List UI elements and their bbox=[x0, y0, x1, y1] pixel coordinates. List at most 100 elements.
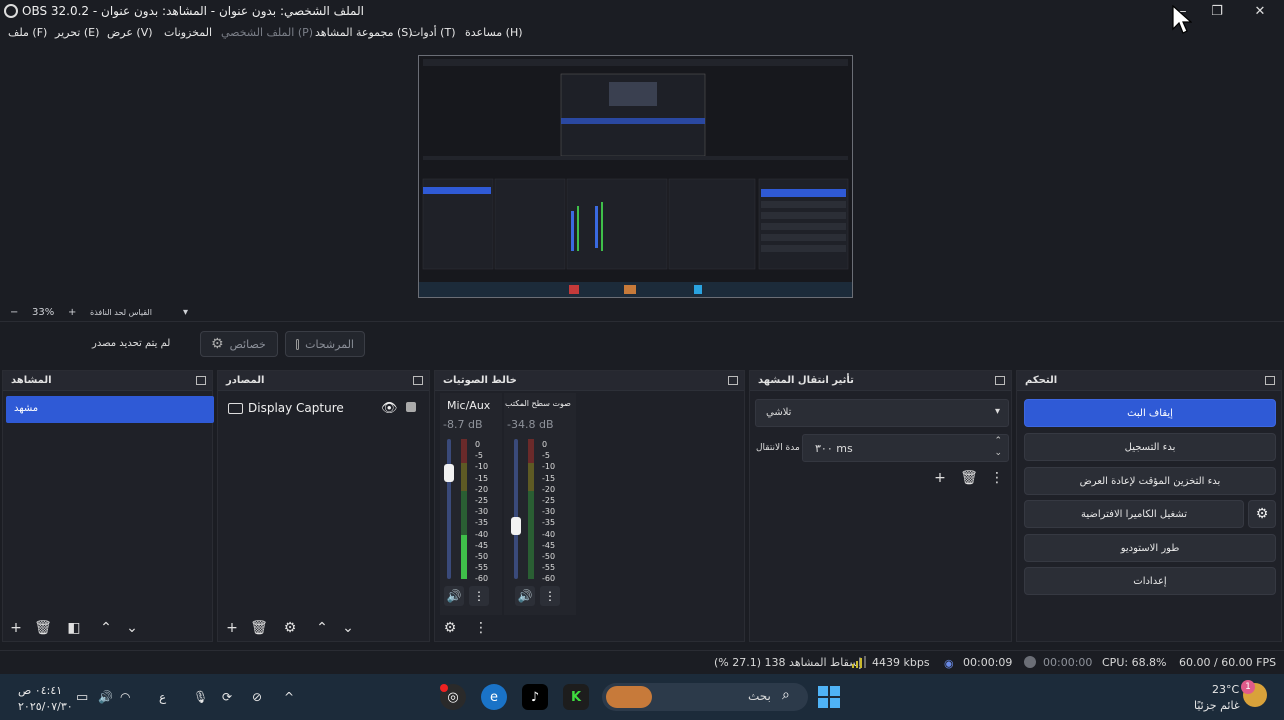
studio-mode-button[interactable]: طور الاستوديو bbox=[1024, 534, 1276, 562]
undock-icon[interactable] bbox=[196, 376, 206, 385]
kick-app-icon[interactable]: K bbox=[563, 684, 589, 710]
menu-docks[interactable]: المخزونات bbox=[164, 26, 212, 39]
settings-button[interactable]: إعدادات bbox=[1024, 567, 1276, 595]
transition-duration-value: ٣٠٠ ms bbox=[815, 442, 853, 455]
transition-duration-spinbox[interactable]: ٣٠٠ ms ⌃ ⌄ bbox=[802, 434, 1009, 462]
menu-bar: ملف (F) تحرير (E) عرض (V) المخزونات المل… bbox=[0, 22, 1284, 44]
advanced-audio-gear-icon[interactable]: ⚙ bbox=[441, 619, 459, 637]
filters-button[interactable]: المرشحات bbox=[285, 331, 365, 357]
zoom-out-button[interactable]: − bbox=[10, 307, 18, 318]
volume-icon[interactable]: 🔊 bbox=[98, 690, 113, 704]
audio-mixer-dock-header: خالط الصوتيات bbox=[435, 371, 744, 391]
dropped-frames: إسقاط المشاهد 138 (27.1 %) bbox=[714, 656, 862, 669]
clock-date[interactable]: ٢٠٢٥/٠٧/٣٠ bbox=[18, 700, 73, 713]
undock-icon[interactable] bbox=[1265, 376, 1275, 385]
audio-mixer-footer: ⚙ ⋮ bbox=[435, 615, 744, 641]
title-bar: OBS 32.0.2 - الملف الشخصي: بدون عنوان - … bbox=[0, 0, 1284, 22]
zoom-dropdown-icon[interactable]: ▾ bbox=[183, 307, 188, 318]
menu-file[interactable]: ملف (F) bbox=[8, 26, 47, 39]
undock-icon[interactable] bbox=[413, 376, 423, 385]
preview-zoom-bar: − 33% + القياس لحد النافذة ▾ bbox=[0, 304, 1284, 322]
menu-tools[interactable]: أدوات (T) bbox=[410, 26, 456, 39]
properties-button[interactable]: ⚙ خصائص bbox=[200, 331, 278, 357]
battery-icon[interactable]: ▭ bbox=[76, 690, 88, 705]
desktop-level-meter bbox=[528, 439, 534, 579]
transition-duration-label: مدة الانتقال bbox=[756, 443, 800, 453]
camera-off-icon[interactable]: ⊘ bbox=[252, 690, 262, 704]
taskbar-search-box[interactable]: بحث ⌕ bbox=[602, 683, 808, 711]
mic-mute-speaker-icon[interactable]: 🔊 bbox=[444, 586, 464, 606]
transition-menu-icon[interactable]: ⋮ bbox=[988, 469, 1006, 487]
remove-scene-icon[interactable]: 🗑 bbox=[34, 619, 52, 637]
search-icon: ⌕ bbox=[782, 687, 790, 703]
search-placeholder: بحث bbox=[748, 689, 771, 703]
add-transition-icon[interactable]: + bbox=[931, 469, 949, 487]
mic-volume-track[interactable] bbox=[447, 439, 451, 579]
move-scene-down-icon[interactable]: ⌄ bbox=[123, 619, 141, 637]
mic-menu-icon[interactable]: ⋮ bbox=[469, 586, 489, 606]
add-source-icon[interactable]: + bbox=[223, 619, 241, 637]
tiktok-icon[interactable]: ♪ bbox=[522, 684, 548, 710]
spin-down-icon[interactable]: ⌄ bbox=[994, 448, 1002, 458]
streaming-icon: ◉ bbox=[944, 657, 954, 670]
zoom-in-button[interactable]: + bbox=[68, 307, 76, 318]
weather-temperature[interactable]: 23°C bbox=[1212, 683, 1239, 696]
menu-profile[interactable]: الملف الشخصي (P) bbox=[221, 26, 313, 39]
spin-up-icon[interactable]: ⌃ bbox=[994, 436, 1002, 446]
menu-help[interactable]: مساعدة (H) bbox=[465, 26, 523, 39]
desktop-mute-speaker-icon[interactable]: 🔊 bbox=[515, 586, 535, 606]
move-source-down-icon[interactable]: ⌄ bbox=[339, 619, 357, 637]
properties-label: خصائص bbox=[229, 337, 266, 351]
mic-volume-fader[interactable] bbox=[444, 463, 454, 482]
desktop-volume-fader[interactable] bbox=[511, 516, 521, 535]
zoom-fit-select[interactable]: القياس لحد النافذة bbox=[90, 308, 152, 317]
close-button[interactable]: ✕ bbox=[1245, 2, 1275, 20]
bitrate: 4439 kbps bbox=[872, 656, 930, 669]
virtual-camera-gear-icon[interactable]: ⚙ bbox=[1248, 500, 1276, 528]
start-replay-buffer-button[interactable]: بدء التخزين المؤقت لإعادة العرض bbox=[1024, 467, 1276, 495]
scenes-dock: المشاهد مشهد + 🗑 ◧ ⌃ ⌄ bbox=[2, 370, 214, 642]
keyboard-language[interactable]: ع bbox=[159, 690, 166, 704]
edge-browser-icon[interactable]: e bbox=[481, 684, 507, 710]
remove-transition-icon[interactable]: 🗑 bbox=[960, 469, 978, 487]
transition-type-select[interactable]: تلاشي ▾ bbox=[755, 399, 1009, 427]
scene-filters-icon[interactable]: ◧ bbox=[65, 619, 83, 637]
wifi-icon[interactable]: ◠ bbox=[120, 690, 130, 704]
menu-scene-collection[interactable]: مجموعة المشاهد (S) bbox=[315, 26, 413, 39]
window-title: OBS 32.0.2 - الملف الشخصي: بدون عنوان - … bbox=[22, 4, 364, 18]
move-scene-up-icon[interactable]: ⌃ bbox=[97, 619, 115, 637]
undock-icon[interactable] bbox=[728, 376, 738, 385]
desktop-volume-track[interactable] bbox=[514, 439, 518, 579]
mic-meter-scale: 0 -5 -10 -15 -20 -25 -30 -35 -40 -45 -50 -55 -60 bbox=[475, 440, 489, 584]
scene-list-item[interactable]: مشهد bbox=[6, 396, 214, 423]
source-list-item[interactable]: Display Capture bbox=[248, 401, 344, 415]
cpu-usage: CPU: 68.8% bbox=[1102, 656, 1167, 669]
menu-edit[interactable]: تحرير (E) bbox=[55, 26, 99, 39]
desktop-menu-icon[interactable]: ⋮ bbox=[540, 586, 560, 606]
start-virtual-camera-button[interactable]: تشغيل الكاميرا الافتراضية bbox=[1024, 500, 1244, 528]
remove-source-icon[interactable]: 🗑 bbox=[250, 619, 268, 637]
mic-channel-db: -8.7 dB bbox=[443, 418, 483, 431]
add-scene-icon[interactable]: + bbox=[7, 619, 25, 637]
maximize-button[interactable]: ❐ bbox=[1202, 2, 1232, 20]
stop-streaming-button[interactable]: إيقاف البث bbox=[1024, 399, 1276, 427]
sources-dock: المصادر Display Capture 👁 + 🗑 ⚙ ⌃ ⌄ bbox=[217, 370, 430, 642]
start-recording-button[interactable]: بدء التسجيل bbox=[1024, 433, 1276, 461]
lock-icon[interactable] bbox=[406, 402, 416, 412]
windows-start-icon[interactable] bbox=[818, 686, 840, 708]
microphone-icon[interactable]: 🎙 bbox=[193, 690, 208, 704]
sources-dock-title: المصادر bbox=[226, 375, 265, 386]
source-properties-gear-icon[interactable]: ⚙ bbox=[281, 619, 299, 637]
clock-time[interactable]: ٠٤:٤١ ص bbox=[18, 684, 62, 697]
visibility-eye-icon[interactable]: 👁 bbox=[381, 401, 398, 416]
move-source-up-icon[interactable]: ⌃ bbox=[313, 619, 331, 637]
weather-description[interactable]: غائم جزئيًا bbox=[1194, 699, 1240, 712]
preview-canvas[interactable] bbox=[418, 55, 853, 298]
chevron-up-icon[interactable]: ^ bbox=[284, 690, 294, 704]
scene-transitions-dock: تأثير انتقال المشهد تلاشي ▾ مدة الانتقال… bbox=[749, 370, 1012, 642]
recording-time: 00:00:00 bbox=[1043, 656, 1093, 669]
menu-view[interactable]: عرض (V) bbox=[107, 26, 153, 39]
sync-icon[interactable]: ⟳ bbox=[222, 690, 232, 704]
undock-icon[interactable] bbox=[995, 376, 1005, 385]
mixer-menu-icon[interactable]: ⋮ bbox=[472, 619, 490, 637]
